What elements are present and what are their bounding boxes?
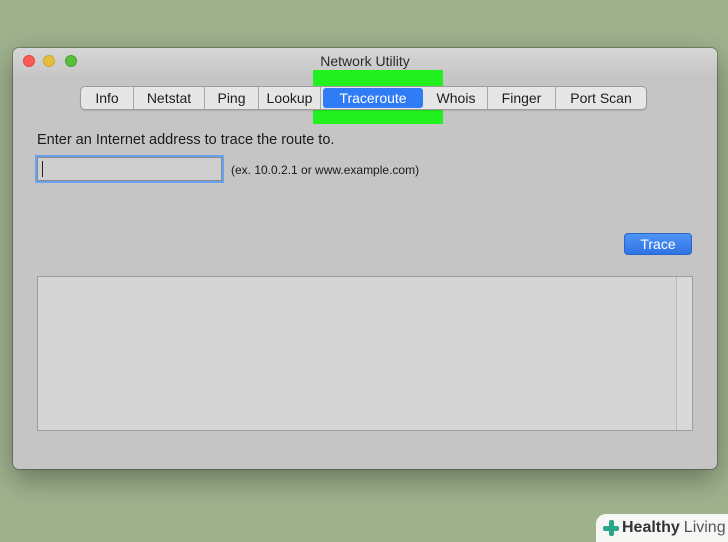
window-title: Network Utility bbox=[320, 53, 410, 69]
tab-info[interactable]: Info bbox=[81, 87, 134, 109]
address-example-hint: (ex. 10.0.2.1 or www.example.com) bbox=[231, 163, 420, 177]
healthy-living-watermark: Healthy Living bbox=[596, 514, 728, 542]
tab-traceroute[interactable]: Traceroute bbox=[323, 88, 423, 108]
tab-netstat[interactable]: Netstat bbox=[134, 87, 205, 109]
watermark-brand-light: Living bbox=[683, 519, 726, 536]
text-caret bbox=[42, 161, 43, 177]
traceroute-output-area[interactable] bbox=[37, 276, 693, 431]
tab-finger[interactable]: Finger bbox=[488, 87, 556, 109]
tab-bar: Info Netstat Ping Lookup Traceroute Whoi… bbox=[80, 86, 647, 110]
plus-cross-icon bbox=[602, 519, 620, 537]
watermark-brand-bold: Healthy bbox=[622, 519, 680, 536]
network-utility-window: Network Utility Info Netstat Ping Lookup… bbox=[13, 48, 717, 469]
trace-button[interactable]: Trace bbox=[624, 233, 692, 255]
tab-ping[interactable]: Ping bbox=[205, 87, 259, 109]
output-scrollbar[interactable] bbox=[676, 277, 692, 430]
tab-lookup[interactable]: Lookup bbox=[259, 87, 321, 109]
traceroute-prompt: Enter an Internet address to trace the r… bbox=[37, 132, 335, 148]
tab-port-scan[interactable]: Port Scan bbox=[556, 87, 646, 109]
address-input[interactable] bbox=[35, 155, 224, 183]
tab-whois[interactable]: Whois bbox=[425, 87, 488, 109]
